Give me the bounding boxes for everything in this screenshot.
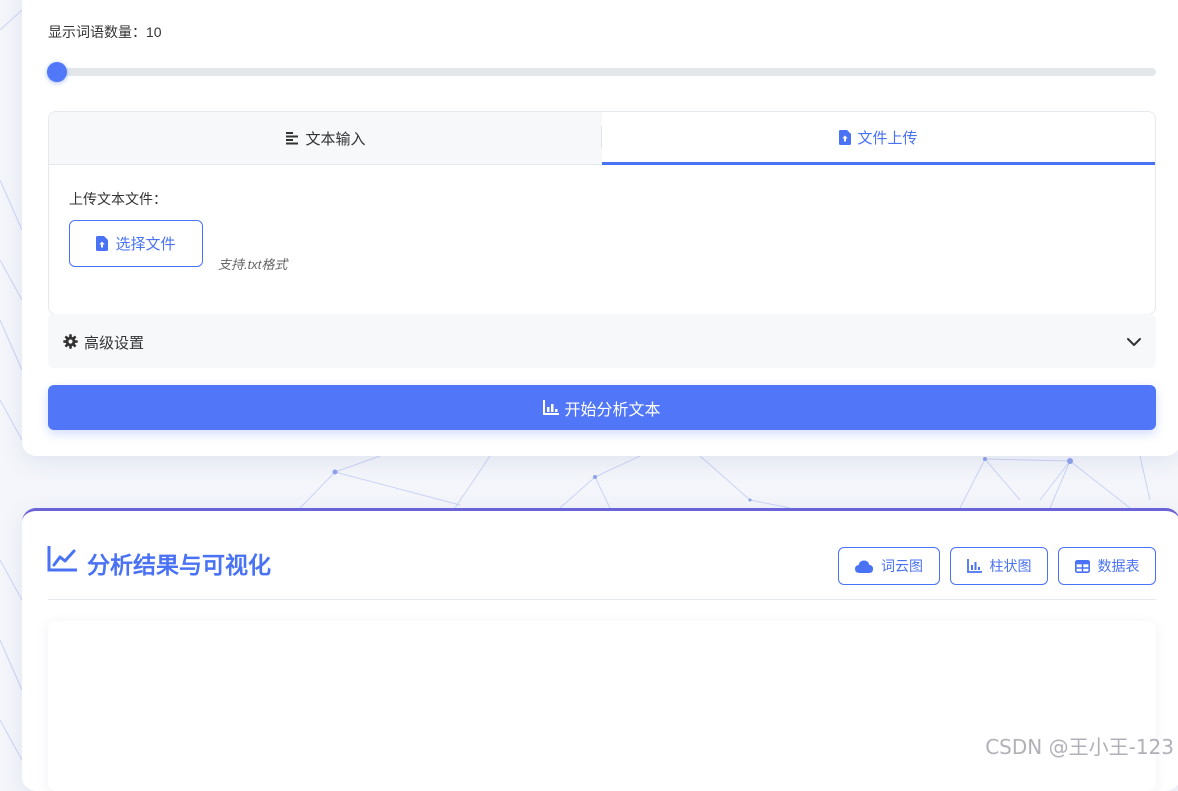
tab-label: 文件上传 (857, 129, 918, 147)
analyze-button-label: 开始分析文本 (564, 401, 661, 419)
line-chart-icon (47, 546, 77, 577)
results-title: 分析结果与可视化 (87, 552, 271, 578)
chevron-down-icon (1126, 334, 1142, 355)
upload-label: 上传文本文件： (69, 191, 167, 207)
choose-file-label: 选择文件 (115, 236, 176, 253)
view-label: 词云图 (881, 558, 923, 574)
view-label: 柱状图 (989, 558, 1032, 574)
cloud-icon (855, 560, 873, 573)
choose-file-button[interactable]: 选择文件 (69, 220, 203, 267)
table-icon (1074, 559, 1090, 573)
input-tabs: 文本输入 文件上传 上传文本文件： 选择文件 支持.txt格式 (48, 111, 1156, 315)
word-cloud-button[interactable]: 词云图 (838, 547, 940, 585)
bar-chart-icon (543, 400, 560, 415)
bar-chart-button[interactable]: 柱状图 (950, 547, 1048, 585)
analyze-text-button[interactable]: 开始分析文本 (48, 385, 1156, 430)
advanced-settings-label: 高级设置 (84, 335, 145, 352)
tab-bar: 文本输入 文件上传 (49, 112, 1155, 165)
file-upload-icon (96, 236, 109, 251)
gear-icon (63, 334, 78, 354)
word-count-slider[interactable] (47, 62, 1156, 82)
input-card: 显示词语数量：10 文本输入 文件上传 上传文本文件： 选择文件 支持.txt格… (22, 0, 1178, 456)
advanced-settings-toggle[interactable]: 高级设置 (48, 314, 1156, 368)
watermark: CSDN @王小王-123 (985, 735, 1174, 759)
word-count-label: 显示词语数量：10 (48, 24, 162, 40)
tab-label: 文本输入 (305, 130, 366, 148)
tab-text-input[interactable]: 文本输入 (49, 112, 602, 164)
align-left-icon (285, 131, 299, 145)
results-divider (48, 599, 1156, 600)
format-hint: 支持.txt格式 (218, 257, 288, 272)
slider-thumb[interactable] (47, 62, 67, 82)
tab-file-upload[interactable]: 文件上传 (602, 112, 1155, 165)
bar-chart-icon (966, 559, 982, 573)
data-table-button[interactable]: 数据表 (1058, 547, 1156, 585)
view-label: 数据表 (1097, 558, 1140, 574)
file-upload-icon (839, 129, 852, 145)
